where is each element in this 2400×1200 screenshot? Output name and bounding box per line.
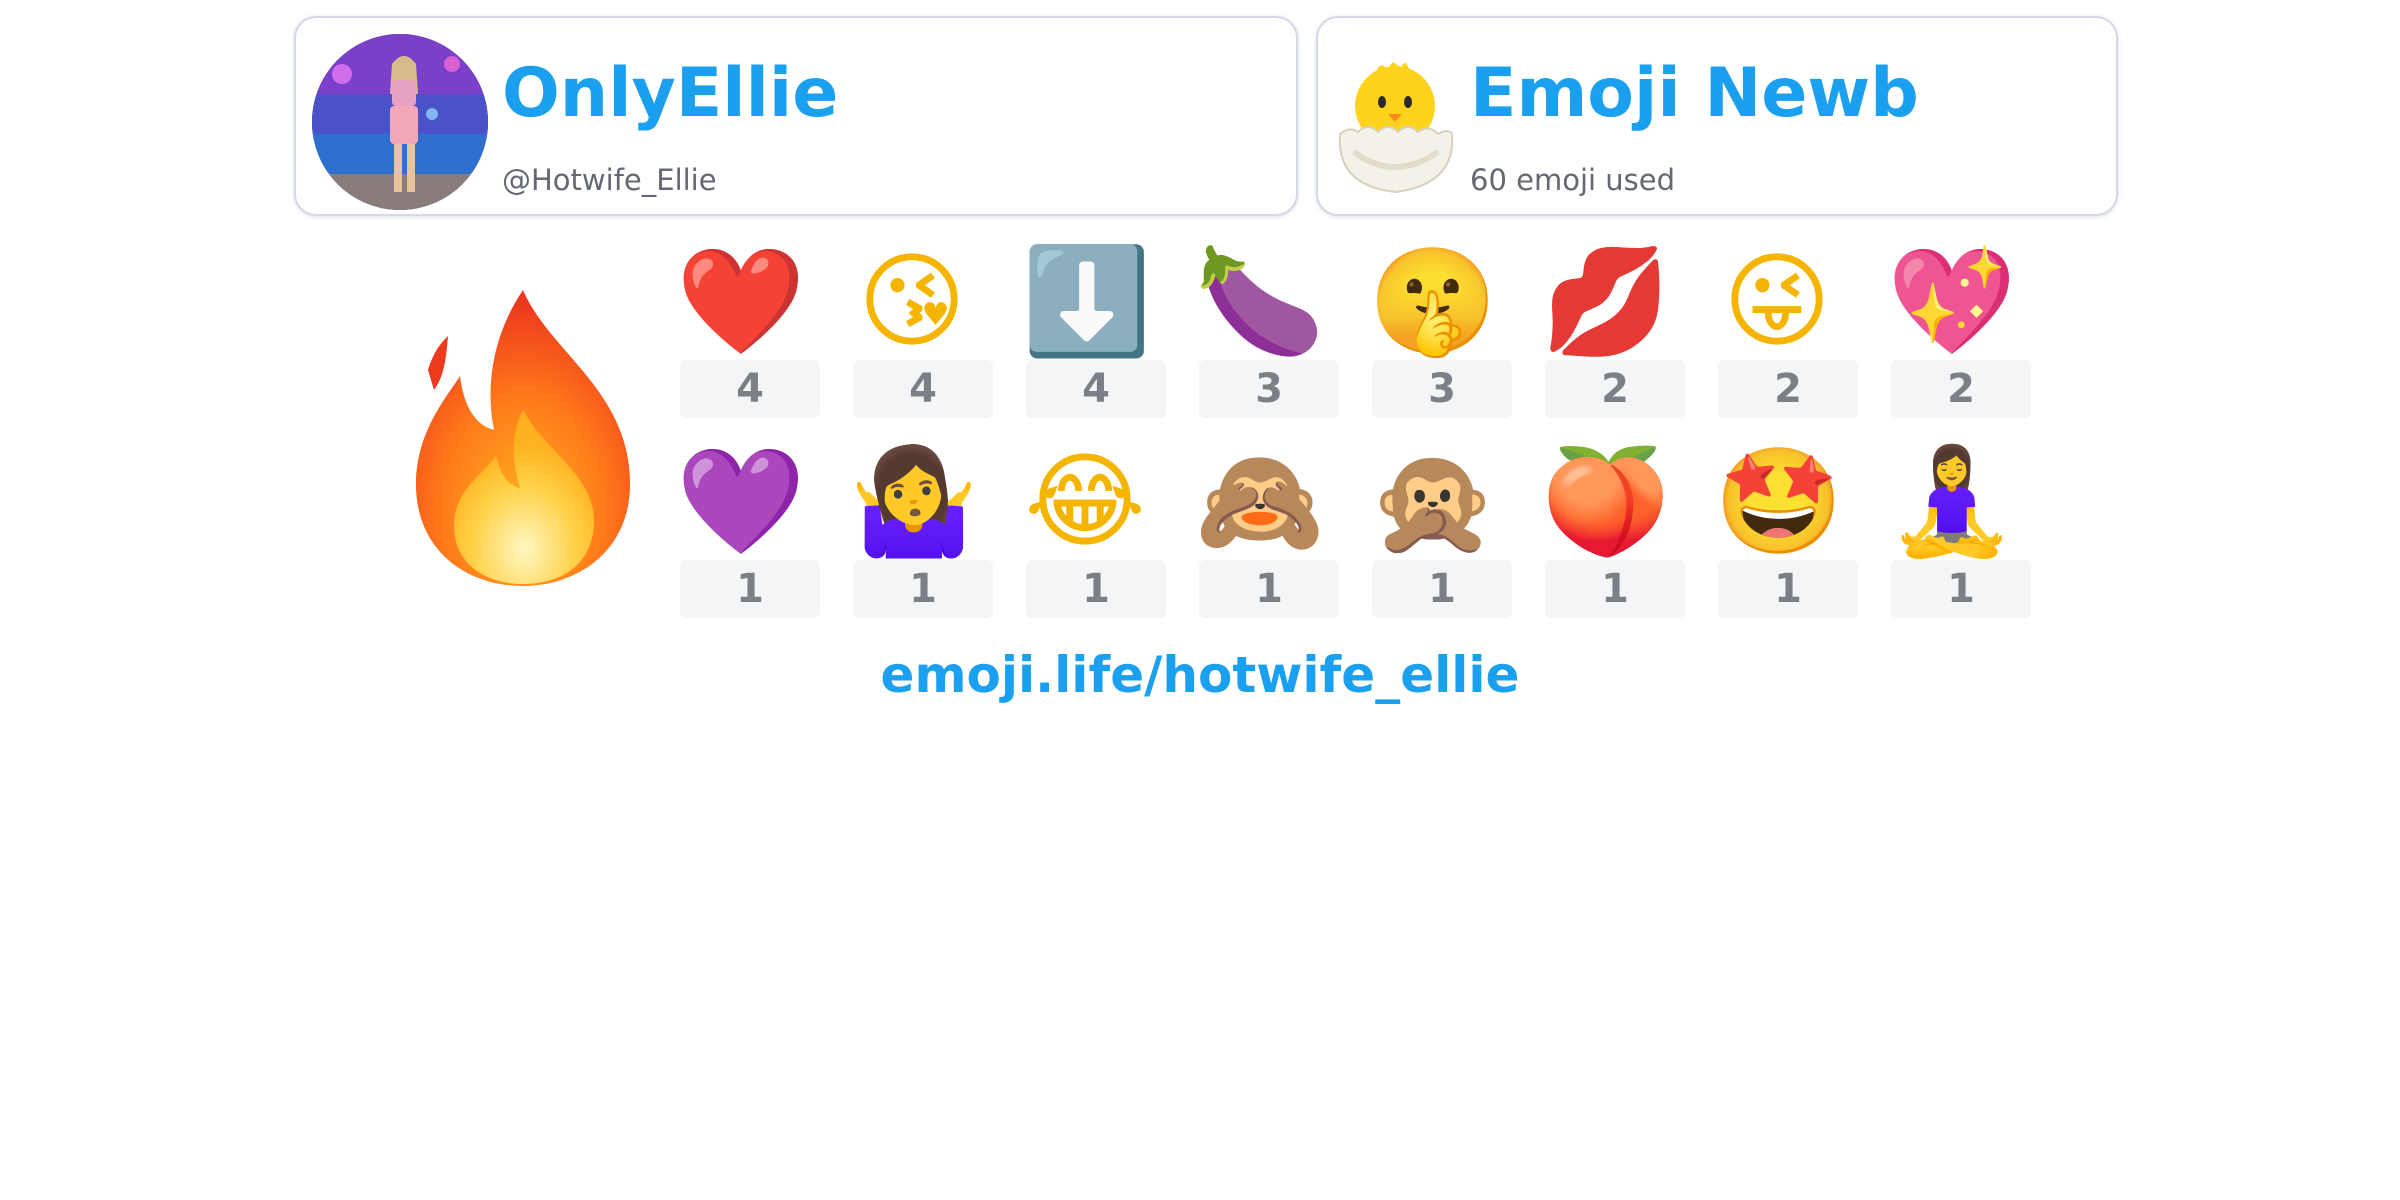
emoji-count: 4 xyxy=(853,360,993,418)
emoji-count: 1 xyxy=(1718,560,1858,618)
woman-shrugging-icon: 🤷‍♀️ xyxy=(849,440,979,562)
see-no-evil-monkey-icon: 🙈 xyxy=(1195,440,1325,562)
emoji-stat-item: 😂 1 xyxy=(1022,432,1166,620)
emoji-stat-item: 🍆 3 xyxy=(1195,232,1339,420)
face-with-tears-of-joy-icon: 😂 xyxy=(1024,440,1146,562)
star-struck-icon: 🤩 xyxy=(1714,440,1844,562)
avatar xyxy=(312,34,488,210)
rank-card: Emoji Newb 60 emoji used xyxy=(1316,16,2118,216)
emoji-count: 3 xyxy=(1199,360,1339,418)
eggplant-icon: 🍆 xyxy=(1195,240,1325,362)
emoji-count: 2 xyxy=(1718,360,1858,418)
emoji-stat-item: ❤️ 4 xyxy=(676,232,820,420)
down-arrow-icon: ⬇️ xyxy=(1022,240,1152,362)
emoji-stat-item: 🤷‍♀️ 1 xyxy=(849,432,993,620)
emoji-count: 2 xyxy=(1891,360,2031,418)
rank-title: Emoji Newb xyxy=(1470,54,1919,133)
face-blowing-kiss-icon: 😘 xyxy=(857,240,967,362)
fire-icon xyxy=(415,290,631,586)
emoji-stat-item: 🍑 1 xyxy=(1541,432,1685,620)
emoji-stat-item: 🤫 3 xyxy=(1368,232,1512,420)
shushing-face-icon: 🤫 xyxy=(1368,240,1498,362)
hatching-chick-icon xyxy=(1334,48,1456,198)
profile-link[interactable]: emoji.life/hotwife_ellie xyxy=(0,650,2400,700)
emoji-stat-item: 💖 2 xyxy=(1887,232,2031,420)
emoji-stat-item: 🤩 1 xyxy=(1714,432,1858,620)
emoji-stat-item: ⬇️ 4 xyxy=(1022,232,1166,420)
emoji-count: 1 xyxy=(680,560,820,618)
emoji-count: 1 xyxy=(1199,560,1339,618)
emoji-stat-item: 💋 2 xyxy=(1541,232,1685,420)
emoji-usage-grid: ❤️ 4 😘 4 ⬇️ 4 🍆 3 🤫 3 💋 2 😜 2 💖 2 💜 1 🤷‍♀️ 1 😂 1 🙈 1 🙊 1 🍑 1 🤩 1 🧘‍♀️ 1 xyxy=(676,232,2036,622)
kiss-mark-icon: 💋 xyxy=(1541,240,1671,362)
emoji-count: 4 xyxy=(680,360,820,418)
winking-face-with-tongue-icon: 😜 xyxy=(1722,240,1832,362)
top-emoji xyxy=(398,280,648,590)
rank-subtitle: 60 emoji used xyxy=(1470,163,1676,197)
emoji-stat-item: 💜 1 xyxy=(676,432,820,620)
emoji-count: 1 xyxy=(1372,560,1512,618)
emoji-stat-item: 🙊 1 xyxy=(1368,432,1512,620)
woman-in-lotus-position-icon: 🧘‍♀️ xyxy=(1887,440,2017,562)
emoji-count: 1 xyxy=(1891,560,2031,618)
emoji-count: 1 xyxy=(1545,560,1685,618)
emoji-count: 1 xyxy=(1026,560,1166,618)
profile-card: OnlyEllie @Hotwife_Ellie xyxy=(294,16,1298,216)
emoji-stat-item: 🙈 1 xyxy=(1195,432,1339,620)
sparkling-heart-icon: 💖 xyxy=(1887,240,2017,362)
emoji-stat-item: 😘 4 xyxy=(849,232,993,420)
emoji-count: 4 xyxy=(1026,360,1166,418)
emoji-stat-item: 🧘‍♀️ 1 xyxy=(1887,432,2031,620)
red-heart-icon: ❤️ xyxy=(676,240,806,362)
profile-name: OnlyEllie xyxy=(502,54,839,133)
emoji-count: 1 xyxy=(853,560,993,618)
speak-no-evil-monkey-icon: 🙊 xyxy=(1368,440,1498,562)
emoji-count: 2 xyxy=(1545,360,1685,418)
peach-icon: 🍑 xyxy=(1541,440,1671,562)
emoji-stat-item: 😜 2 xyxy=(1714,232,1858,420)
avatar-photo-icon xyxy=(312,34,488,210)
emoji-life-share-card: OnlyEllie @Hotwife_Ellie Emoji Newb 60 e… xyxy=(0,0,2400,1200)
purple-heart-icon: 💜 xyxy=(676,440,806,562)
profile-handle: @Hotwife_Ellie xyxy=(502,163,717,197)
emoji-count: 3 xyxy=(1372,360,1512,418)
